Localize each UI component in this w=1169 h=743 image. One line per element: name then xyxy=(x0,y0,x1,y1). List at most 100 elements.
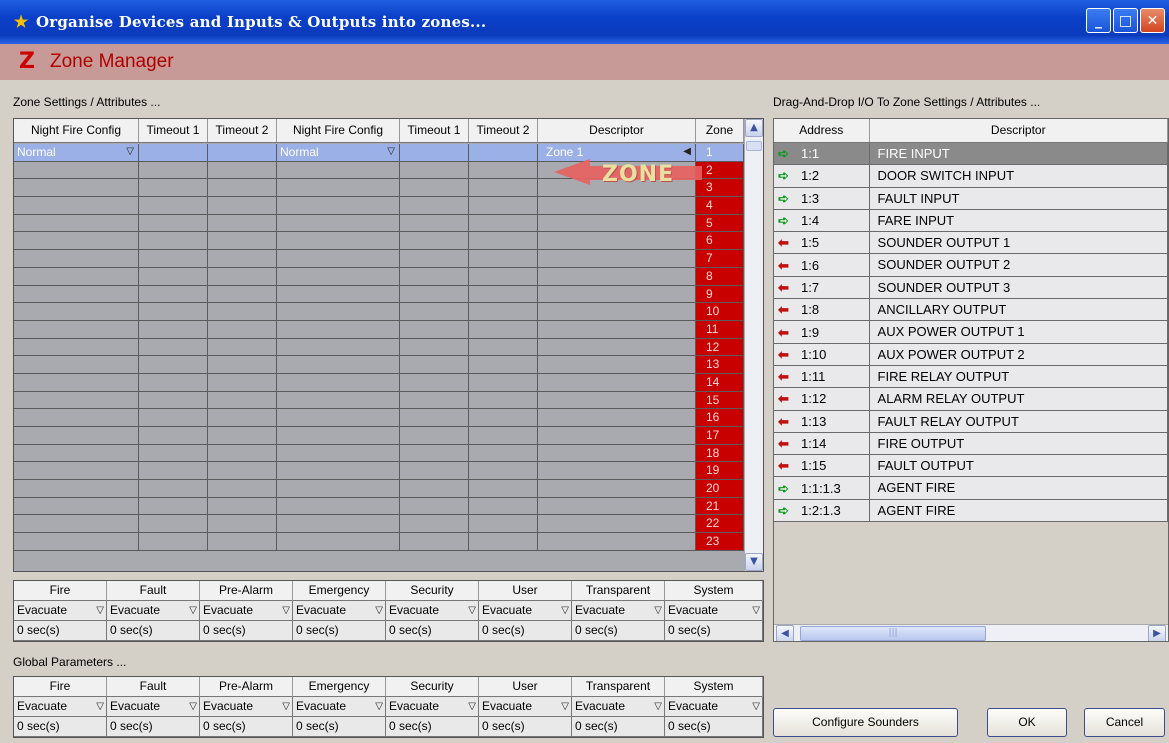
grid-cell[interactable] xyxy=(208,197,277,214)
grid-cell[interactable] xyxy=(14,480,139,497)
zone-row[interactable]: 9 xyxy=(14,285,744,304)
grid-cell[interactable] xyxy=(469,303,538,320)
grid-cell[interactable] xyxy=(277,214,400,232)
grid-cell[interactable] xyxy=(277,373,400,391)
grid-cell[interactable] xyxy=(277,285,400,303)
zone-number-cell[interactable]: 20 xyxy=(696,480,744,497)
chevron-down-icon[interactable]: ▽ xyxy=(189,601,197,620)
io-row[interactable]: ➪ 1:2 DOOR SWITCH INPUT xyxy=(774,165,1168,188)
action-dropdown[interactable]: Evacuate ▽ xyxy=(200,697,293,717)
zone-row[interactable]: 19 xyxy=(14,462,744,481)
grid-cell[interactable] xyxy=(469,179,538,197)
chevron-down-icon[interactable]: ▽ xyxy=(96,697,104,716)
global-actions-row[interactable]: Evacuate ▽ Evacuate ▽ Evacuate ▽ Evacuate ▽ Evac… xyxy=(14,697,763,717)
grid-cell[interactable] xyxy=(400,320,469,338)
grid-cell[interactable] xyxy=(538,267,696,285)
grid-cell[interactable] xyxy=(208,179,277,197)
delay-cell[interactable]: 0 sec(s) xyxy=(479,621,572,641)
zone-number-cell[interactable]: 1 xyxy=(696,144,744,161)
zone-number-cell[interactable]: 11 xyxy=(696,320,744,338)
io-row[interactable]: ➪ 1:3 FAULT INPUT xyxy=(774,187,1168,210)
scroll-right-icon[interactable]: ▶ xyxy=(1148,625,1166,641)
chevron-down-icon[interactable]: ▽ xyxy=(282,601,290,620)
io-address-cell[interactable]: ⬅ 1:5 xyxy=(774,232,870,254)
zone-row[interactable]: 10 xyxy=(14,303,744,321)
grid-cell[interactable] xyxy=(469,391,538,409)
zone-number-cell[interactable]: 2 xyxy=(696,161,744,179)
io-descriptor-cell[interactable]: DOOR SWITCH INPUT xyxy=(870,165,1168,187)
chevron-down-icon[interactable]: ▽ xyxy=(375,601,383,620)
io-row[interactable]: ⬅ 1:15 FAULT OUTPUT xyxy=(774,455,1168,478)
io-address-cell[interactable]: ➪ 1:4 xyxy=(774,209,870,232)
grid-cell[interactable] xyxy=(400,427,469,444)
chevron-down-icon[interactable]: ▽ xyxy=(752,601,760,620)
grid-cell[interactable] xyxy=(139,480,208,497)
chevron-down-icon[interactable]: ▽ xyxy=(561,601,569,620)
zone-col-header[interactable]: Night Fire Config xyxy=(277,119,400,142)
delay-cell[interactable]: 0 sec(s) xyxy=(14,717,107,737)
zone-number-cell[interactable]: 3 xyxy=(696,179,744,197)
io-address-cell[interactable]: ➪ 1:2:1.3 xyxy=(774,499,870,522)
grid-cell[interactable] xyxy=(469,497,538,515)
grid-cell[interactable] xyxy=(400,391,469,409)
grid-cell[interactable] xyxy=(139,320,208,338)
grid-cell[interactable] xyxy=(538,515,696,533)
action-dropdown[interactable]: Evacuate ▽ xyxy=(14,601,107,621)
grid-cell[interactable] xyxy=(469,462,538,480)
grid-cell[interactable] xyxy=(139,285,208,303)
io-descriptor-cell[interactable]: FAULT OUTPUT xyxy=(870,455,1168,477)
grid-cell[interactable] xyxy=(139,373,208,391)
chevron-down-icon[interactable]: ▽ xyxy=(752,697,760,716)
delay-cell[interactable]: 0 sec(s) xyxy=(293,717,386,737)
io-row[interactable]: ⬅ 1:14 FIRE OUTPUT xyxy=(774,432,1168,456)
grid-cell[interactable] xyxy=(208,391,277,409)
io-descriptor-cell[interactable]: FARE INPUT xyxy=(870,209,1168,232)
zone-row[interactable]: 8 xyxy=(14,267,744,286)
grid-cell[interactable] xyxy=(208,373,277,391)
grid-cell[interactable] xyxy=(277,427,400,444)
grid-cell[interactable] xyxy=(469,427,538,444)
action-dropdown[interactable]: Evacuate ▽ xyxy=(479,601,572,621)
io-row[interactable]: ⬅ 1:8 ANCILLARY OUTPUT xyxy=(774,299,1168,322)
grid-cell[interactable] xyxy=(400,179,469,197)
grid-cell[interactable] xyxy=(538,338,696,356)
ok-button[interactable]: OK xyxy=(987,708,1067,737)
io-address-cell[interactable]: ⬅ 1:9 xyxy=(774,321,870,343)
grid-cell[interactable] xyxy=(14,232,139,250)
grid-cell[interactable] xyxy=(14,267,139,285)
grid-cell[interactable] xyxy=(139,214,208,232)
io-descriptor-cell[interactable]: FIRE OUTPUT xyxy=(870,432,1168,455)
grid-cell[interactable] xyxy=(14,409,139,426)
io-row[interactable]: ⬅ 1:5 SOUNDER OUTPUT 1 xyxy=(774,232,1168,255)
grid-cell[interactable] xyxy=(400,338,469,356)
io-descriptor-cell[interactable]: AUX POWER OUTPUT 2 xyxy=(870,343,1168,365)
delay-cell[interactable]: 0 sec(s) xyxy=(665,621,763,641)
io-address-cell[interactable]: ➪ 1:1 xyxy=(774,143,870,165)
grid-cell[interactable] xyxy=(277,480,400,497)
zone-row[interactable]: 7 xyxy=(14,250,744,268)
io-row[interactable]: ➪ 1:1 FIRE INPUT xyxy=(774,143,1168,166)
grid-cell[interactable] xyxy=(14,462,139,480)
grid-cell[interactable] xyxy=(208,480,277,497)
delay-cell[interactable]: 0 sec(s) xyxy=(572,621,665,641)
grid-cell[interactable] xyxy=(538,444,696,462)
grid-cell[interactable] xyxy=(538,427,696,444)
delay-cell[interactable]: 0 sec(s) xyxy=(107,621,200,641)
grid-cell[interactable] xyxy=(469,480,538,497)
io-row[interactable]: ⬅ 1:11 FIRE RELAY OUTPUT xyxy=(774,365,1168,389)
zone-number-cell[interactable]: 18 xyxy=(696,444,744,462)
maximize-button[interactable]: □ xyxy=(1113,8,1138,33)
grid-cell[interactable] xyxy=(139,197,208,214)
grid-cell[interactable] xyxy=(277,409,400,426)
zone-row[interactable]: 18 xyxy=(14,444,744,463)
grid-cell[interactable] xyxy=(277,338,400,356)
zone-number-cell[interactable]: 17 xyxy=(696,427,744,444)
io-address-cell[interactable]: ➪ 1:1:1.3 xyxy=(774,477,870,499)
grid-cell[interactable] xyxy=(400,462,469,480)
grid-cell[interactable] xyxy=(277,250,400,267)
io-row[interactable]: ⬅ 1:12 ALARM RELAY OUTPUT xyxy=(774,388,1168,411)
grid-cell[interactable] xyxy=(14,214,139,232)
grid-cell[interactable] xyxy=(400,515,469,533)
io-descriptor-cell[interactable]: AGENT FIRE xyxy=(870,499,1168,522)
grid-cell[interactable] xyxy=(400,250,469,267)
